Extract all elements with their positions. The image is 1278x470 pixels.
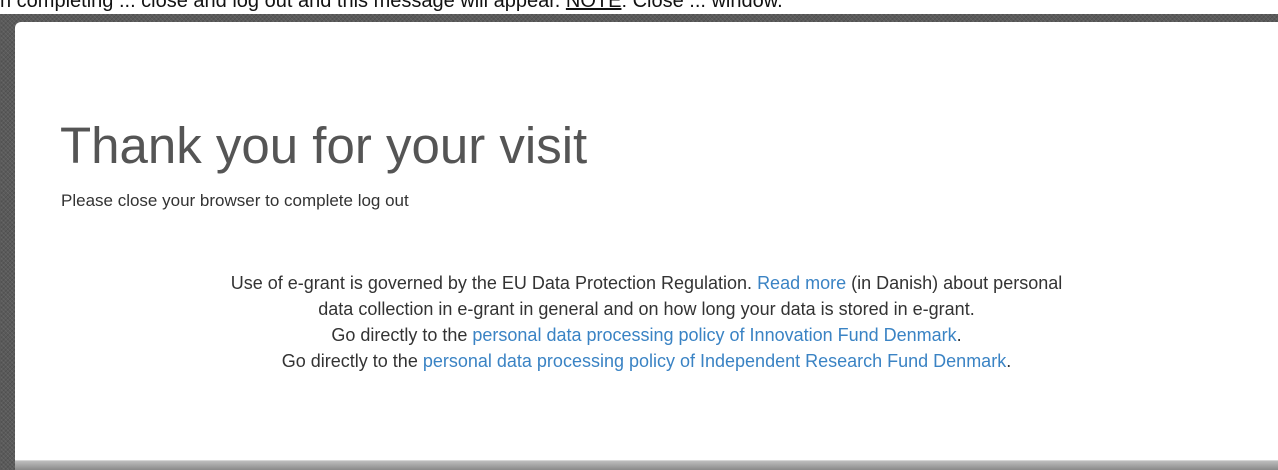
- page-title: Thank you for your visit: [60, 117, 588, 174]
- document-note-underlined: NOTE: [565, 0, 622, 12]
- policy-line-1-suffix: (in Danish) about personal: [846, 273, 1063, 293]
- policy-line-4-text: Go directly to the: [281, 351, 423, 371]
- document-text-after: : Close ... window.: [621, 0, 783, 12]
- close-browser-note: Please close your browser to complete lo…: [61, 191, 409, 210]
- policy-line-2: data collection in e-grant in general an…: [318, 299, 975, 319]
- data-protection-notice: Use of e-grant is governed by the EU Dat…: [15, 270, 1278, 374]
- independent-research-fund-policy-link[interactable]: personal data processing policy of Indep…: [423, 351, 1006, 371]
- policy-line-3: Go directly to the personal data process…: [15, 322, 1278, 348]
- document-text-strip: n completing ... close and log out and t…: [0, 0, 1278, 14]
- document-text-line: n completing ... close and log out and t…: [0, 0, 783, 12]
- policy-line-3-text: Go directly to the: [331, 325, 473, 345]
- policy-line-1: Use of e-grant is governed by the EU Dat…: [15, 270, 1278, 296]
- policy-line-3-period: .: [956, 325, 962, 345]
- panel-bottom-shadow: [15, 461, 1278, 470]
- logout-panel: [15, 22, 1278, 461]
- read-more-link[interactable]: Read more: [757, 273, 846, 293]
- innovation-fund-policy-link[interactable]: personal data processing policy of Innov…: [472, 325, 956, 345]
- policy-line-4-period: .: [1006, 351, 1012, 371]
- policy-line-4: Go directly to the personal data process…: [15, 348, 1278, 374]
- policy-line-1-text: Use of e-grant is governed by the EU Dat…: [230, 273, 758, 293]
- document-text-before: n completing ... close and log out and t…: [0, 0, 566, 12]
